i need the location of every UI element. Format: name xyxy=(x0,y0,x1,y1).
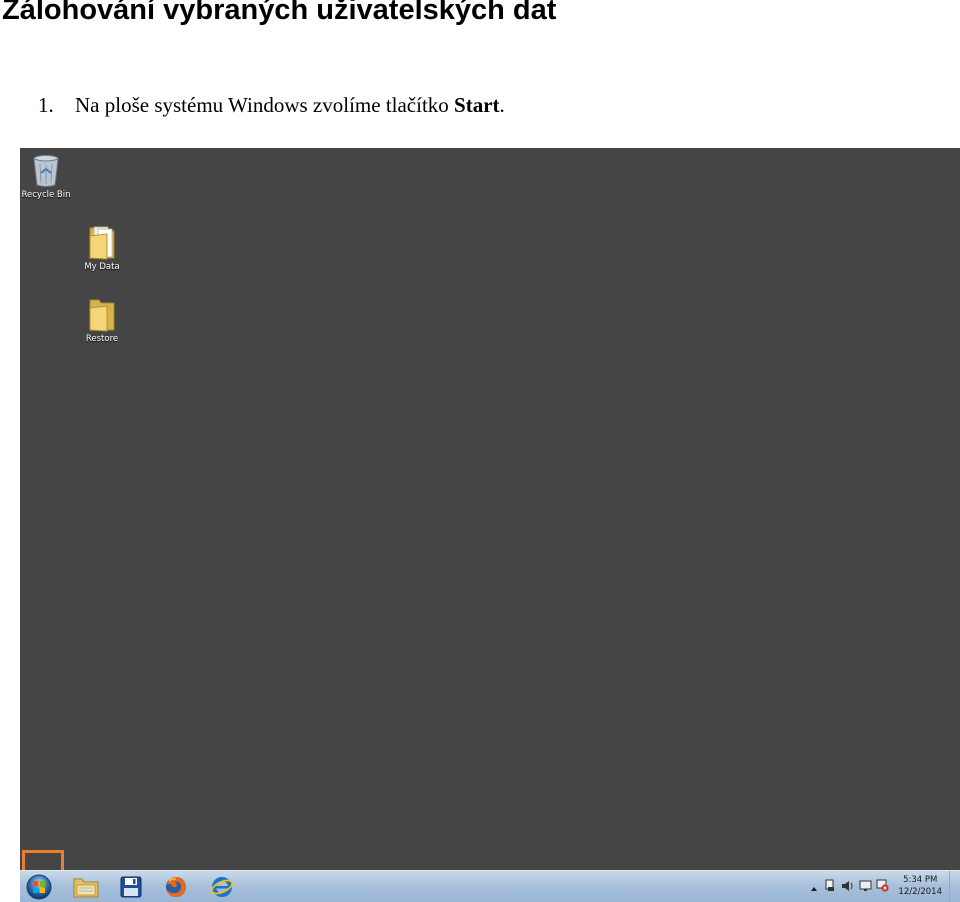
taskbar-firefox-button[interactable] xyxy=(156,872,196,901)
recycle-bin-icon xyxy=(33,155,59,187)
taskbar-save-button[interactable] xyxy=(111,872,151,901)
network-icon[interactable] xyxy=(859,879,872,897)
taskbar-ie-button[interactable] xyxy=(202,872,242,901)
explorer-folder-icon xyxy=(73,878,99,897)
network-disconnected-icon[interactable] xyxy=(876,879,889,897)
system-tray: 5:34 PM 12/2/2014 xyxy=(810,871,960,902)
show-desktop-button[interactable] xyxy=(949,871,960,902)
desktop-icon-my-data[interactable]: My Data xyxy=(72,224,132,272)
folder-icon xyxy=(89,299,115,332)
floppy-disk-icon xyxy=(120,876,142,897)
step-text-bold: Start xyxy=(454,93,500,117)
start-button[interactable] xyxy=(23,872,55,901)
windows-start-orb-icon xyxy=(26,874,52,899)
taskbar-explorer-button[interactable] xyxy=(66,872,106,901)
instruction-step: 1. Na ploše systému Windows zvolíme tlačí… xyxy=(38,93,505,118)
desktop-icon-restore[interactable]: Restore xyxy=(72,296,132,344)
document-title: Zálohování vybraných uživatelských dat xyxy=(2,0,557,26)
step-text-end: . xyxy=(499,93,505,117)
step-text: Na ploše systému Windows zvolíme tlačítk… xyxy=(75,93,455,117)
volume-icon[interactable] xyxy=(841,879,855,897)
firefox-icon xyxy=(166,876,186,897)
show-hidden-icons-icon[interactable] xyxy=(810,880,818,898)
clock-date: 12/2/2014 xyxy=(898,887,942,897)
clock[interactable]: 5:34 PM 12/2/2014 xyxy=(898,874,942,898)
action-center-icon[interactable] xyxy=(824,879,836,897)
folder-icon xyxy=(89,226,115,260)
desktop-screenshot: Recycle Bin My Data Restore 5:34 PM 12/2… xyxy=(20,148,960,902)
recycle-bin-label: Recycle Bin xyxy=(21,190,71,200)
step-number: 1. xyxy=(38,93,54,117)
restore-label: Restore xyxy=(85,334,119,344)
my-data-label: My Data xyxy=(84,262,120,272)
internet-explorer-icon xyxy=(210,876,234,897)
taskbar: 5:34 PM 12/2/2014 xyxy=(20,870,960,902)
desktop-icon-recycle-bin[interactable]: Recycle Bin xyxy=(20,154,76,200)
clock-time: 5:34 PM xyxy=(903,875,938,885)
